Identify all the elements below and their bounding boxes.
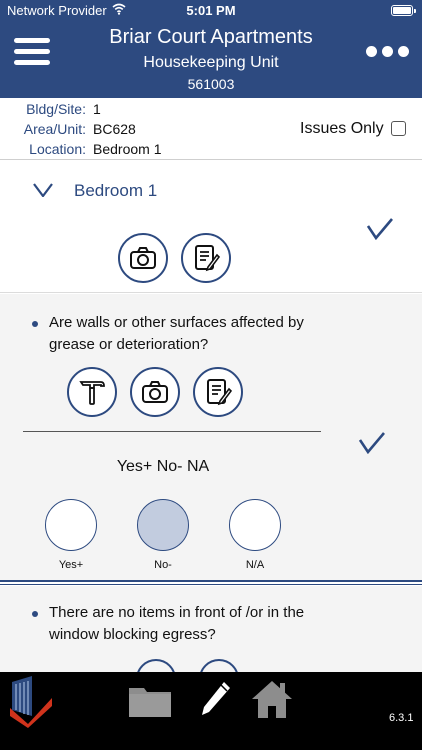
chevron-down-icon[interactable] — [33, 183, 53, 197]
question-egress: There are no items in front of /or in th… — [0, 586, 422, 672]
info-value: 1 — [93, 101, 101, 117]
status-bar: Network Provider 5:01 PM — [0, 0, 422, 22]
camera-icon — [130, 247, 156, 269]
notes-icon — [195, 245, 221, 272]
answer-no-option[interactable] — [137, 499, 189, 551]
info-value: Bedroom 1 — [93, 141, 162, 157]
answer-na-option[interactable] — [229, 499, 281, 551]
camera-icon — [142, 381, 168, 403]
answer-yes-label: Yes+ — [58, 559, 84, 571]
issues-only-checkbox[interactable] — [391, 121, 406, 136]
pencil-icon[interactable] — [197, 680, 233, 720]
folder-icon[interactable] — [128, 682, 172, 718]
divider — [23, 431, 321, 432]
question-action-button[interactable] — [199, 659, 239, 672]
battery-icon — [391, 5, 416, 16]
app-header: Briar Court Apartments Housekeeping Unit… — [0, 22, 422, 98]
question-action-button[interactable] — [136, 659, 176, 672]
answer-yes-option[interactable] — [45, 499, 97, 551]
question-text: There are no items in front of /or in th… — [32, 602, 332, 646]
question-photo-button[interactable] — [130, 367, 180, 417]
question-notes-button[interactable] — [193, 367, 243, 417]
bullet-icon — [32, 321, 38, 327]
answer-na-label: N/A — [245, 559, 265, 571]
question-walls: Are walls or other surfaces affected by … — [0, 294, 422, 580]
notes-icon — [207, 379, 233, 406]
clock: 5:01 PM — [186, 3, 236, 18]
app-logo-icon[interactable] — [6, 676, 54, 728]
info-value: BC628 — [93, 121, 136, 137]
more-options-icon[interactable] — [366, 46, 410, 58]
question-separator — [0, 580, 422, 585]
section-bedroom: Bedroom 1 — [0, 161, 422, 293]
checkmark-icon — [367, 218, 393, 240]
question-text: Are walls or other surfaces affected by … — [32, 312, 332, 356]
hammer-icon — [79, 381, 105, 405]
answer-scale-label: Yes+ No- NA — [116, 458, 210, 475]
info-row-bldg: Bldg/Site: 1 — [0, 101, 200, 121]
bullet-icon — [32, 611, 38, 617]
info-label: Area/Unit: — [23, 121, 86, 137]
page-title: Briar Court Apartments — [109, 26, 313, 48]
section-notes-button[interactable] — [181, 233, 231, 283]
app-version: 6.3.1 — [389, 712, 414, 724]
info-row-location: Location: Bedroom 1 — [0, 141, 200, 161]
checkmark-icon — [359, 432, 385, 454]
unit-code: 561003 — [187, 76, 235, 92]
info-row-area: Area/Unit: BC628 — [0, 121, 200, 141]
section-title: Bedroom 1 — [74, 181, 158, 200]
repair-button[interactable] — [67, 367, 117, 417]
bottom-tab-bar: 6.3.1 — [0, 672, 422, 750]
answer-no-label: No- — [154, 559, 172, 571]
info-label: Location: — [29, 141, 86, 157]
info-label: Bldg/Site: — [26, 101, 86, 117]
home-icon[interactable] — [250, 679, 294, 719]
location-info-panel: Bldg/Site: 1 Area/Unit: BC628 Location: … — [0, 98, 422, 160]
section-photo-button[interactable] — [118, 233, 168, 283]
issues-only-label: Issues Only — [300, 120, 384, 137]
page-subtitle: Housekeeping Unit — [143, 54, 279, 71]
